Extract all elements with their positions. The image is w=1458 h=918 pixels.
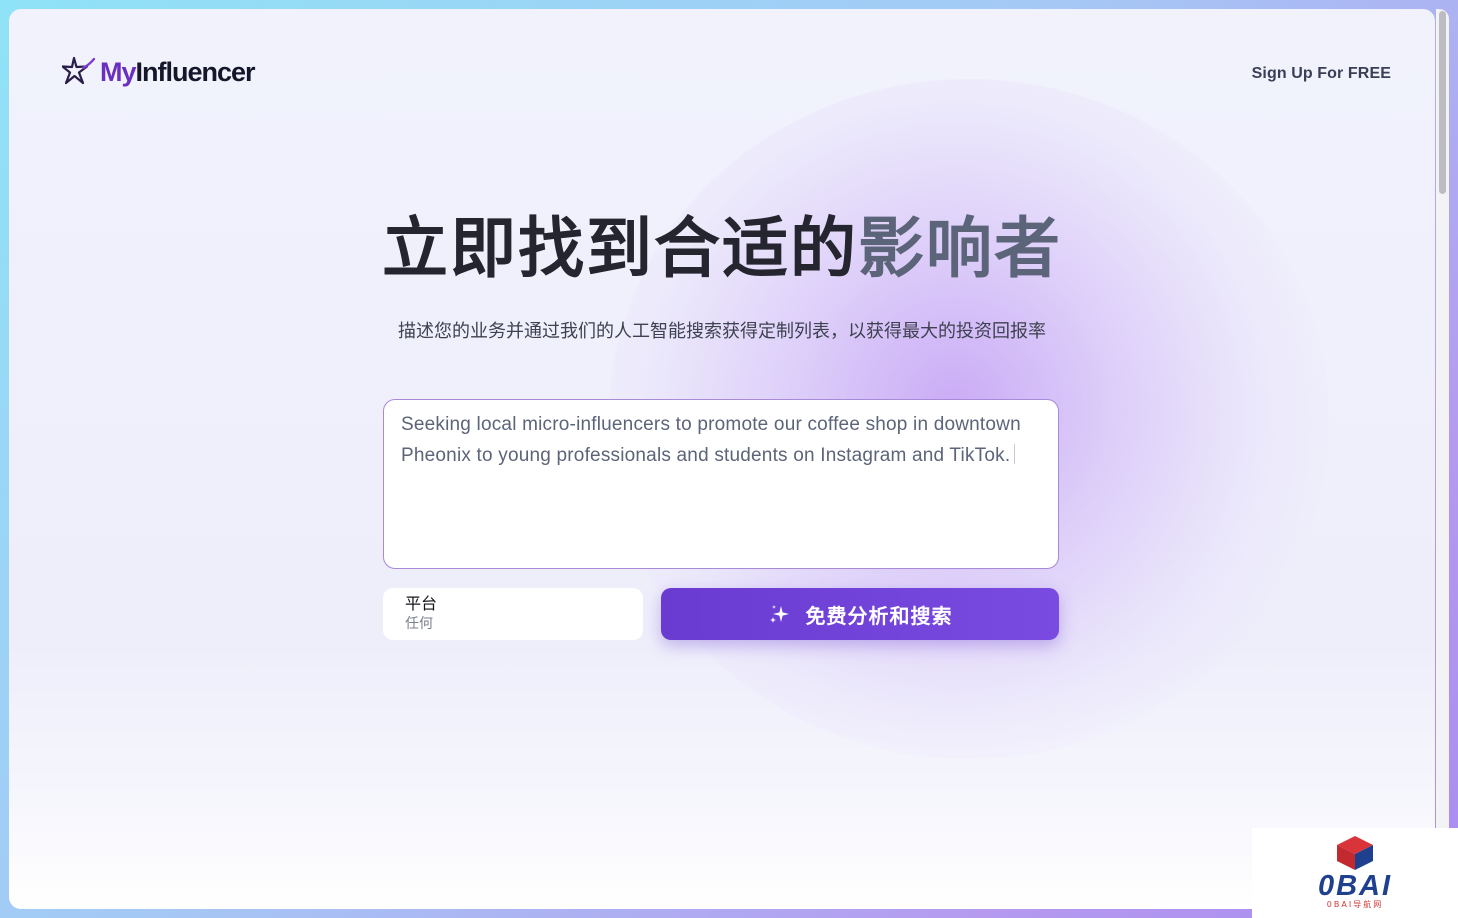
- hero-title-dark: 立即找到合适的: [382, 210, 858, 287]
- business-description-input[interactable]: Seeking local micro-influencers to promo…: [383, 399, 1059, 569]
- watermark: 0BAI 0BAI导航网: [1252, 828, 1458, 918]
- app-window: MyInfluencer Sign Up For FREE 立即找到合适的影响者…: [9, 9, 1435, 909]
- platform-select[interactable]: 平台 任何: [383, 588, 643, 640]
- text-caret: [1014, 444, 1016, 464]
- watermark-subtitle: 0BAI导航网: [1326, 900, 1384, 909]
- hero-title: 立即找到合适的影响者: [9, 209, 1435, 289]
- star-logo-icon: [62, 56, 96, 85]
- hero-title-light: 影响者: [858, 210, 1062, 287]
- brand-name-my: My: [100, 56, 137, 87]
- brand-name: MyInfluencer: [100, 56, 256, 87]
- brand-logo[interactable]: MyInfluencer: [62, 55, 256, 89]
- business-description-text: Seeking local micro-influencers to promo…: [401, 414, 1021, 466]
- hero-subtitle: 描述您的业务并通过我们的人工智能搜索获得定制列表，以获得最大的投资回报率: [398, 321, 1046, 342]
- analyze-search-label: 免费分析和搜索: [805, 603, 953, 628]
- watermark-title: 0BAI: [1317, 870, 1393, 902]
- sparkles-icon: [769, 605, 789, 623]
- cube-logo-icon: [1337, 836, 1373, 870]
- scrollbar-thumb[interactable]: [1439, 11, 1446, 194]
- platform-value: 任何: [405, 616, 433, 632]
- platform-label: 平台: [405, 594, 438, 613]
- signup-link[interactable]: Sign Up For FREE: [1252, 65, 1391, 83]
- vertical-scrollbar[interactable]: [1436, 9, 1449, 909]
- analyze-search-button[interactable]: 免费分析和搜索: [661, 588, 1059, 640]
- brand-name-influencer: Influencer: [135, 56, 256, 87]
